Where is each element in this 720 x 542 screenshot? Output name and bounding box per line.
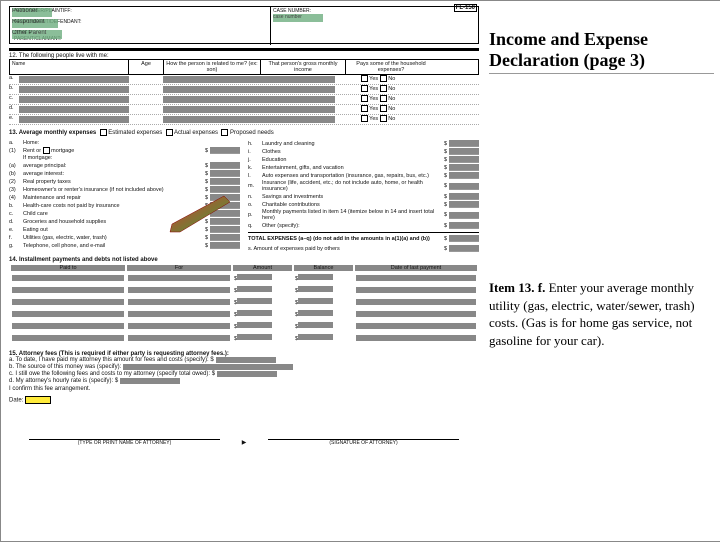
sec12-col: That person's gross monthly income: [261, 60, 346, 74]
expense-line: k.Entertainment, gifts, and vacation$: [248, 164, 479, 171]
case-val: case number: [273, 14, 323, 22]
expense-line: i.Clothes$: [248, 148, 479, 155]
sec13-right: h.Laundry and cleaning$i.Clothes$j.Educa…: [248, 140, 479, 253]
expense-line: (1)Rent or mortgage$: [9, 147, 240, 154]
sec12-col: Pays some of the household expenses?: [346, 60, 436, 74]
expense-line: c.Child care$: [9, 210, 240, 217]
form-fl150: FL-150 PETITIONER/PLAINTIFF: Petitioner …: [9, 6, 479, 446]
expense-line: a.Home:: [9, 140, 240, 146]
expense-line: p.Monthly payments listed in item 14 (it…: [248, 209, 479, 221]
table-row: a. Yes No: [9, 75, 479, 85]
table-row: $$: [11, 333, 477, 343]
expense-line: g.Telephone, cell phone, and e-mail$: [9, 242, 240, 249]
expense-line: n.Savings and investments$: [248, 193, 479, 200]
expense-line: (4)Maintenance and repair$: [9, 194, 240, 201]
sec14-lead: 14. Installment payments and debts not l…: [9, 257, 158, 263]
table-row: $$: [11, 273, 477, 283]
sec12-col: Name: [10, 60, 129, 74]
expense-line: o.Charitable contributions$: [248, 201, 479, 208]
expense-line: (a)average principal:$: [9, 162, 240, 169]
sec13-left: a.Home:(1)Rent or mortgage$If mortgage:(…: [9, 140, 240, 253]
expense-line: (b)average interest:$: [9, 170, 240, 177]
table-row: $$: [11, 297, 477, 307]
expense-line: l.Auto expenses and transportation (insu…: [248, 172, 479, 179]
table-row: e. Yes No: [9, 115, 479, 125]
expense-line: b.Health-care costs not paid by insuranc…: [9, 202, 240, 209]
expense-line: j.Education$: [248, 156, 479, 163]
table-row: $$: [11, 285, 477, 295]
table-row: $$: [11, 309, 477, 319]
expense-line: e.Eating out$: [9, 226, 240, 233]
sec12-rows: a. Yes No b. Yes No c. Yes No d. Yes No …: [9, 75, 479, 125]
pet-val: Petitioner: [12, 8, 52, 17]
expense-line: (3)Homeowner's or renter's insurance (if…: [9, 186, 240, 193]
rule: [9, 48, 479, 51]
sec12-header: Name Age How the person is related to me…: [9, 59, 479, 75]
sec14-table: Paid to For Amount Balance Date of last …: [9, 263, 479, 345]
expense-line: q.Other (specify):$: [248, 222, 479, 229]
sec12-col: Age: [129, 60, 164, 74]
table-row: c. Yes No: [9, 95, 479, 105]
caption-box: PETITIONER/PLAINTIFF: Petitioner RESPOND…: [9, 6, 479, 44]
table-row: $$: [11, 321, 477, 331]
slide-title: Income and Expense Declaration (page 3): [489, 29, 714, 74]
expense-line: d.Groceries and household supplies$: [9, 218, 240, 225]
expense-line: m.Insurance (life, accident, etc.; do no…: [248, 180, 479, 192]
sig-row: (TYPE OR PRINT NAME OF ATTORNEY) ▶ (SIGN…: [9, 439, 479, 446]
sec15: 15. Attorney fees (This is required if e…: [9, 351, 479, 404]
table-row: d. Yes No: [9, 105, 479, 115]
table-row: b. Yes No: [9, 85, 479, 95]
expense-line: f.Utilities (gas, electric, water, trash…: [9, 234, 240, 241]
sec12-col: How the person is related to me? (ex: so…: [164, 60, 261, 74]
expense-line: (2)Real property taxes$: [9, 178, 240, 185]
case-box: CASE NUMBER: case number: [270, 7, 325, 45]
slide-body: Item 13. f. Enter your average monthly u…: [489, 279, 714, 349]
date-field[interactable]: [25, 396, 51, 404]
resp-val: Respondent: [12, 19, 58, 28]
expense-line: h.Laundry and cleaning$: [248, 140, 479, 147]
expense-line: If mortgage:: [9, 155, 240, 161]
other-val: Other Parent: [12, 30, 62, 39]
sec13-lead: 13. Average monthly expenses Estimated e…: [9, 129, 479, 136]
sec13-grid: a.Home:(1)Rent or mortgage$If mortgage:(…: [9, 140, 479, 253]
